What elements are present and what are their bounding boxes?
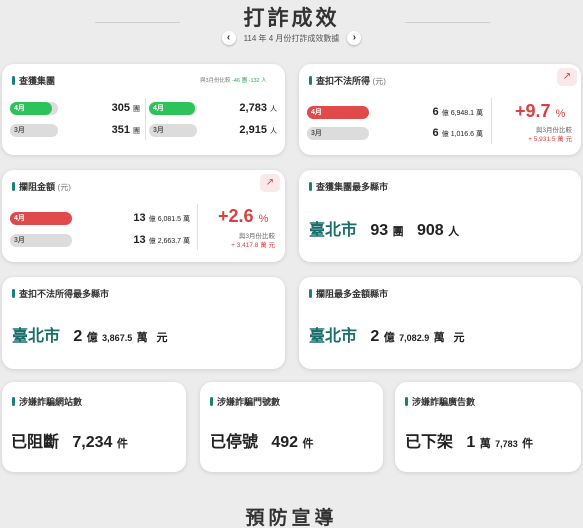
most-groups-value: 臺北市 93 團 908 人	[309, 222, 460, 239]
card-title: 涉嫌詐騙網站數	[12, 395, 82, 408]
card-title: 查獲集團	[12, 74, 55, 87]
most-seized-card: 查扣不法所得最多縣市 臺北市 2 億 3,867.5 萬 元	[2, 277, 285, 369]
month-label: 114 年 4 月份打詐成效數據	[243, 33, 340, 43]
apr-groups-bar: 4月	[10, 102, 58, 115]
apr-groups-value: 305 團	[111, 102, 140, 114]
mar-blocked-bar: 3月	[10, 234, 72, 247]
websites-value: 已阻斷 7,234 件	[11, 434, 128, 451]
title-marker	[12, 397, 15, 406]
mar-seized-bar: 3月	[307, 127, 369, 140]
blocked-percent: +2.6 %	[218, 206, 269, 226]
most-blocked-card: 攔阻最多金額縣市 臺北市 2 億 7,082.9 萬 元	[299, 277, 581, 369]
mar-people-bar: 3月	[149, 124, 197, 137]
websites-card: 涉嫌詐騙網站數 已阻斷 7,234 件	[2, 382, 186, 472]
title-marker	[309, 289, 312, 298]
most-blocked-value: 臺北市 2 億 7,082.9 萬 元	[309, 328, 465, 345]
apr-people-bar: 4月	[149, 102, 197, 115]
card-title: 攔阻金額 (元)	[12, 180, 71, 193]
blocked-compare: 與3月份比較 + 3,417.8 萬 元	[231, 233, 275, 249]
blocked-card: 攔阻金額 (元) ↗ 4月 3月 13 億 6,081.5 萬 13 億 2,6…	[2, 170, 285, 262]
divider	[145, 98, 146, 140]
seized-card: 查扣不法所得 (元) ↗ 4月 3月 6 億 6,948.1 萬 6 億 1,0…	[299, 64, 581, 155]
divider	[197, 204, 198, 250]
card-title: 涉嫌詐騙廣告數	[405, 395, 475, 408]
groups-legend: 與3月份比較 -46 團 -132 人	[200, 78, 267, 84]
mar-blocked-value: 13 億 2,663.7 萬	[133, 234, 190, 246]
card-title: 攔阻最多金額縣市	[309, 287, 388, 300]
trend-up-icon: ↗	[557, 68, 577, 86]
ads-card: 涉嫌詐騙廣告數 已下架 1 萬 7,783 件	[395, 382, 581, 472]
title-marker	[309, 76, 312, 85]
mar-groups-bar: 3月	[10, 124, 58, 137]
title-marker	[12, 182, 15, 191]
phones-value: 已停號 492 件	[210, 434, 314, 451]
apr-people-value: 2,783 人	[239, 102, 277, 114]
month-selector: ‹ 114 年 4 月份打詐成效數據 ›	[0, 31, 583, 45]
chevron-left-icon[interactable]: ‹	[221, 31, 236, 45]
seized-percent: +9.7 %	[515, 101, 566, 121]
mar-seized-value: 6 億 1,016.6 萬	[432, 127, 483, 139]
phones-card: 涉嫌詐騙門號數 已停號 492 件	[200, 382, 383, 472]
apr-blocked-value: 13 億 6,081.5 萬	[133, 212, 190, 224]
apr-seized-value: 6 億 6,948.1 萬	[432, 106, 483, 118]
chevron-right-icon[interactable]: ›	[347, 31, 362, 45]
groups-card: 查獲集團 與3月份比較 -46 團 -132 人 4月 3月 305 團 351…	[2, 64, 285, 155]
apr-seized-bar: 4月	[307, 106, 369, 119]
section-title-prevention: 預防宣導	[245, 508, 338, 528]
title-marker	[210, 397, 213, 406]
seized-compare: 與3月份比較 + 5,931.5 萬 元	[528, 127, 572, 143]
mar-people-value: 2,915 人	[239, 124, 277, 136]
divider	[491, 98, 492, 144]
trend-up-icon: ↗	[260, 174, 280, 192]
apr-blocked-bar: 4月	[10, 212, 72, 225]
mar-groups-value: 351 團	[111, 124, 140, 136]
title-marker	[12, 289, 15, 298]
page-title: 打詐成效	[243, 7, 340, 30]
most-groups-card: 查獲集團最多縣市 臺北市 93 團 908 人	[299, 170, 581, 262]
card-title: 查獲集團最多縣市	[309, 180, 388, 193]
title-marker	[12, 76, 15, 85]
card-title: 查扣不法所得最多縣市	[12, 287, 109, 300]
ads-value: 已下架 1 萬 7,783 件	[405, 434, 534, 451]
title-marker	[405, 397, 408, 406]
card-title: 涉嫌詐騙門號數	[210, 395, 280, 408]
card-title: 查扣不法所得 (元)	[309, 74, 386, 87]
title-marker	[309, 182, 312, 191]
most-seized-value: 臺北市 2 億 3,867.5 萬 元	[12, 328, 168, 345]
